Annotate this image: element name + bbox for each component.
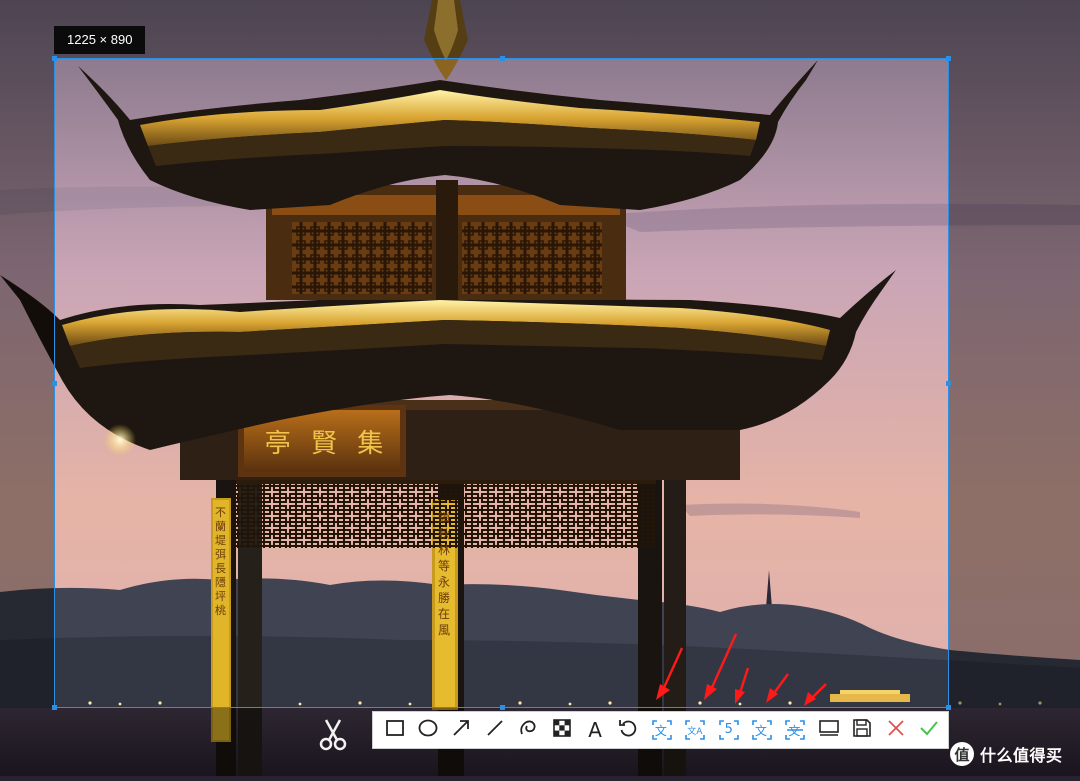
mosaic-icon — [551, 717, 573, 744]
resize-handle-top-left[interactable] — [52, 56, 57, 61]
pen-tool[interactable] — [512, 712, 545, 748]
cancel-button[interactable] — [879, 712, 912, 748]
pen-icon — [517, 717, 539, 744]
long-screenshot-icon: 文 — [784, 719, 806, 741]
dim-overlay-top — [0, 0, 1080, 58]
text-recognition-button[interactable]: 文 — [745, 712, 778, 748]
line-tool[interactable] — [478, 712, 511, 748]
scissors-icon — [314, 714, 354, 754]
ellipse-tool[interactable] — [411, 712, 444, 748]
close-icon — [885, 717, 907, 744]
rectangle-tool[interactable] — [378, 712, 411, 748]
annotation-arrow-5 — [804, 683, 827, 706]
text-tool[interactable]: A — [578, 712, 611, 748]
annotation-arrow-4 — [766, 673, 789, 703]
ocr-button[interactable]: 文 — [645, 712, 678, 748]
dim-overlay-right — [949, 58, 1080, 708]
annotation-arrow-1 — [656, 647, 684, 700]
screenshot-toolbar: A 文 文A 5 文 文 — [372, 711, 949, 749]
resize-handle-bottom-left[interactable] — [52, 705, 57, 710]
watermark-text: 什么值得买 — [980, 746, 1063, 765]
long-screenshot-button[interactable]: 文 — [779, 712, 812, 748]
sequence-icon: 5 — [718, 719, 740, 741]
save-icon — [851, 717, 873, 744]
rectangle-icon — [384, 717, 406, 744]
sequence-button[interactable]: 5 — [712, 712, 745, 748]
annotation-arrow-2 — [704, 633, 738, 700]
annotation-arrow-3 — [735, 667, 750, 704]
watermark-logo-icon: 值 — [950, 742, 974, 766]
resize-handle-top-right[interactable] — [946, 56, 951, 61]
watermark: 值 什么值得买 — [950, 738, 1063, 770]
line-icon — [484, 717, 506, 744]
translate-icon: 文A — [684, 719, 706, 741]
confirm-button[interactable] — [912, 712, 945, 748]
ellipse-icon — [417, 717, 439, 744]
arrow-icon — [450, 717, 472, 744]
check-icon — [918, 717, 940, 744]
text-recognition-icon: 文 — [751, 719, 773, 741]
resize-handle-left[interactable] — [52, 381, 57, 386]
translate-button[interactable]: 文A — [679, 712, 712, 748]
pin-icon — [818, 717, 840, 744]
arrow-tool[interactable] — [445, 712, 478, 748]
pin-button[interactable] — [812, 712, 845, 748]
dim-overlay-left — [0, 58, 54, 708]
resize-handle-bottom[interactable] — [500, 705, 505, 710]
undo-button[interactable] — [612, 712, 645, 748]
resize-handle-bottom-right[interactable] — [946, 705, 951, 710]
ocr-text-icon: 文 — [651, 719, 673, 741]
annotation-arrows — [656, 633, 827, 706]
undo-icon — [617, 717, 639, 744]
selection-region[interactable] — [52, 56, 951, 710]
mosaic-tool[interactable] — [545, 712, 578, 748]
save-button[interactable] — [845, 712, 878, 748]
selection-size-label: 1225 × 890 — [54, 26, 146, 54]
resize-handle-top[interactable] — [500, 56, 505, 61]
text-icon: A — [588, 718, 602, 742]
resize-handle-right[interactable] — [946, 381, 951, 386]
